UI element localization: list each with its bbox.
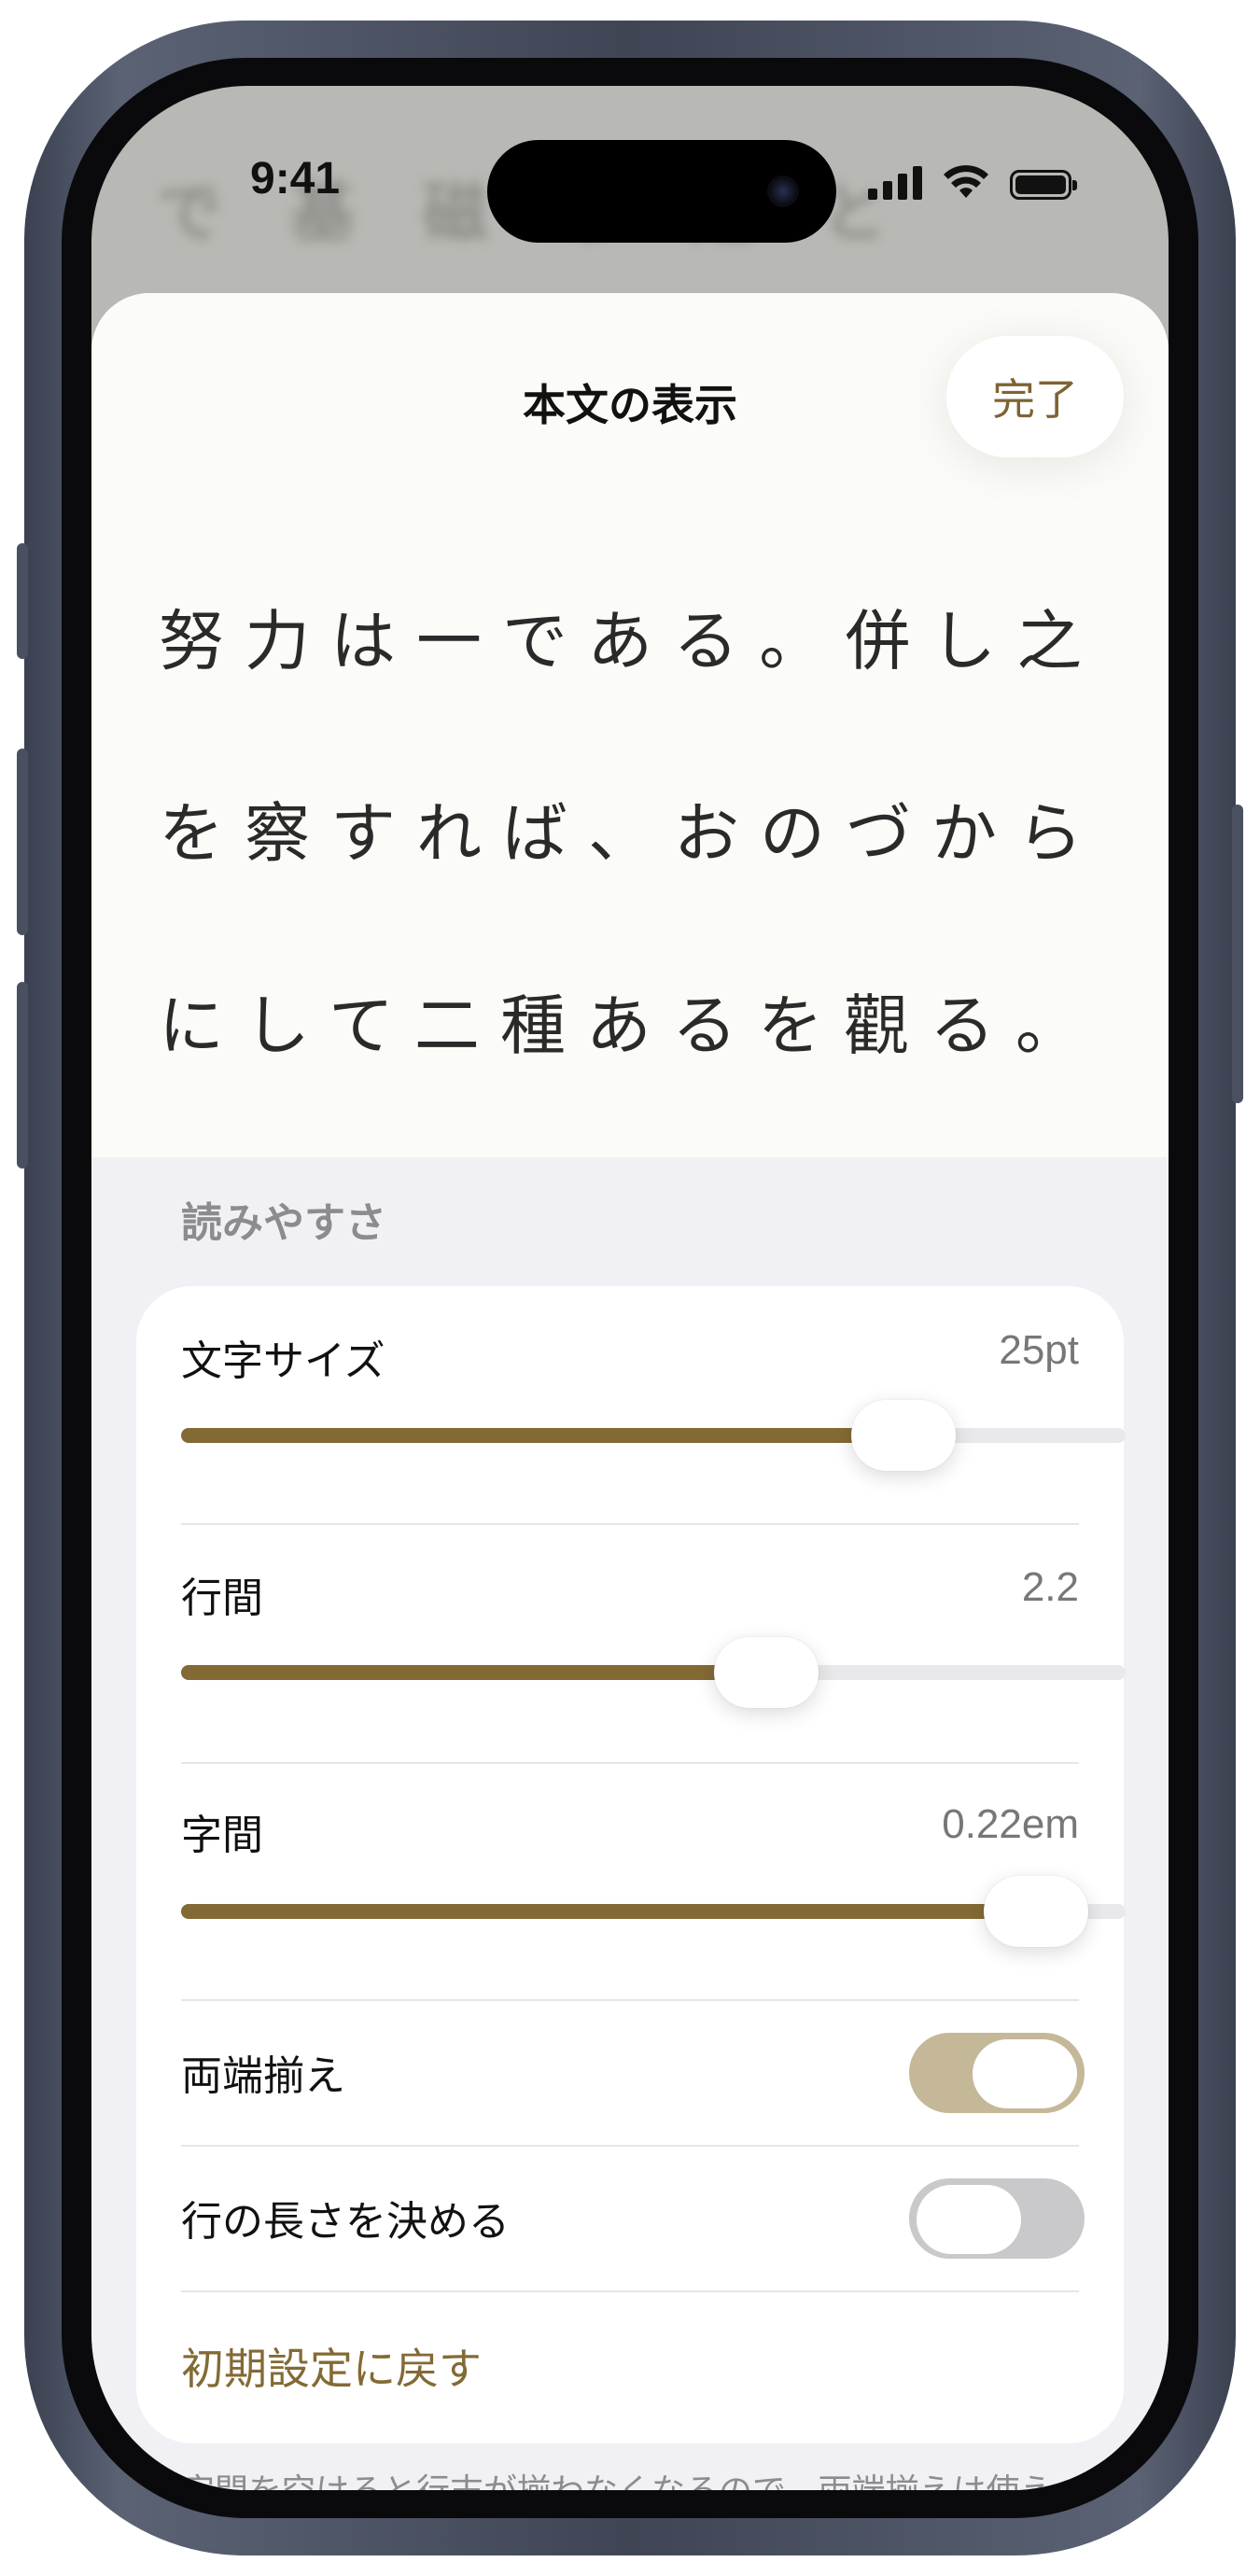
font-size-label: 文字サイズ — [181, 1337, 385, 1385]
divider — [181, 1762, 1079, 1764]
font-size-slider-fill — [181, 1428, 904, 1443]
letter-spacing-label: 字間 — [181, 1812, 263, 1859]
justify-toggle-knob — [973, 2039, 1077, 2108]
phone-bezel: で 基 磁 る 是 と 9:41 本文の表示 完了 — [62, 58, 1198, 2518]
sample-line: 努力は一である。併し之 — [159, 603, 1103, 679]
footnote-text: 字間を空けると行末が揃わなくなるので、両端揃えは使えません。 — [181, 2468, 1077, 2490]
status-icons — [868, 164, 1077, 200]
line-length-toggle[interactable] — [909, 2178, 1085, 2259]
divider — [181, 2290, 1079, 2292]
sample-line: にして二種あるを觀る。 — [159, 987, 1101, 1064]
reset-defaults-button[interactable]: 初期設定に戻す — [181, 2335, 482, 2397]
screen: で 基 磁 る 是 と 9:41 本文の表示 完了 — [91, 86, 1169, 2490]
divider — [181, 1523, 1079, 1525]
line-spacing-slider-thumb[interactable] — [714, 1637, 819, 1708]
wifi-icon — [944, 165, 988, 198]
cellular-signal-icon — [868, 166, 922, 200]
letter-spacing-slider[interactable] — [181, 1876, 1126, 1947]
justify-toggle[interactable] — [909, 2033, 1085, 2113]
line-spacing-slider[interactable] — [181, 1637, 1126, 1708]
letter-spacing-value: 0.22em — [942, 1801, 1079, 1847]
letter-spacing-slider-thumb[interactable] — [983, 1876, 1088, 1947]
line-spacing-value: 2.2 — [1021, 1564, 1079, 1610]
justify-label: 両端揃え — [181, 2052, 345, 2100]
status-time: 9:41 — [250, 154, 341, 203]
text-preview-area: 本文の表示 完了 努力は一である。併し之 を察すれば、おのづから にして二種ある… — [91, 293, 1169, 1157]
phone-frame: で 基 磁 る 是 と 9:41 本文の表示 完了 — [17, 21, 1243, 2555]
battery-icon — [1010, 170, 1077, 200]
power-button — [1232, 805, 1243, 1103]
sample-line: を察すれば、おのづから — [159, 795, 1103, 872]
text-display-sheet: 本文の表示 完了 努力は一である。併し之 を察すれば、おのづから にして二種ある… — [91, 293, 1169, 2490]
volume-down-button — [17, 982, 28, 1169]
done-button[interactable]: 完了 — [946, 336, 1124, 457]
volume-up-button — [17, 749, 28, 935]
line-length-toggle-knob — [917, 2185, 1021, 2254]
letter-spacing-slider-fill — [181, 1904, 1036, 1919]
font-size-slider[interactable] — [181, 1400, 1126, 1471]
line-length-label: 行の長さを決める — [181, 2198, 510, 2246]
settings-card: 文字サイズ 25pt 行間 2.2 字間 0.22em 両端揃え 行の長さを決め… — [136, 1286, 1126, 2443]
font-size-value: 25pt — [999, 1327, 1079, 1373]
sample-text: 努力は一である。併し之 を察すれば、おのづから にして二種あるを觀る。 — [159, 545, 1111, 1122]
font-size-slider-thumb[interactable] — [851, 1400, 957, 1471]
camera-icon — [767, 175, 799, 207]
divider — [181, 2145, 1079, 2147]
section-label-readability: 読みやすさ — [181, 1199, 386, 1247]
line-spacing-slider-fill — [181, 1665, 767, 1680]
divider — [181, 1999, 1079, 2001]
dynamic-island — [487, 140, 836, 243]
action-button — [17, 543, 28, 659]
line-spacing-label: 行間 — [181, 1575, 263, 1622]
